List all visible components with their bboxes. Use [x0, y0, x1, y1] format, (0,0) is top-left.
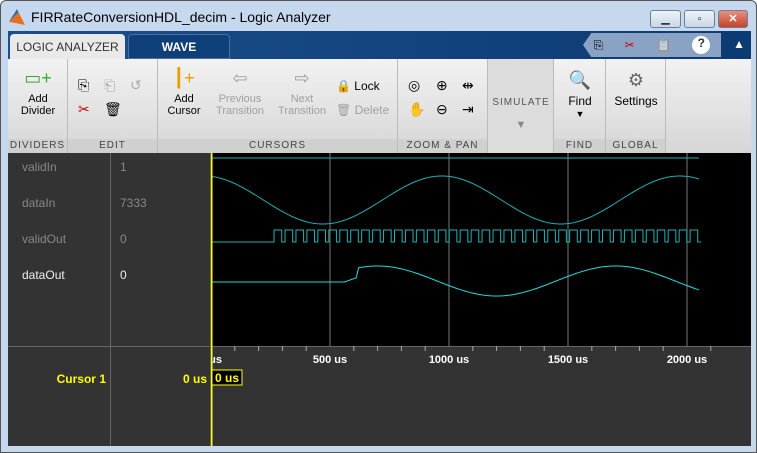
signal-values-column: 1 7333 0 0 0 us: [111, 153, 211, 446]
add-cursor-label: Add Cursor: [167, 93, 201, 117]
add-divider-label: Add Divider: [20, 93, 56, 117]
add-divider-button[interactable]: ▭+ Add Divider: [12, 67, 64, 117]
close-button[interactable]: ✕: [718, 10, 748, 28]
axis-tick-label: 500 us: [313, 354, 347, 366]
undo-icon[interactable]: ↺: [130, 77, 142, 94]
group-label: EDIT: [68, 139, 157, 153]
copy-icon[interactable]: ⎘: [594, 38, 604, 53]
tab-bar: LOGIC ANALYZER WAVE ⎘ ✂ 📋 ? ▲: [8, 31, 751, 59]
zoom-fit-icon[interactable]: ◎: [408, 77, 420, 94]
plot-background: [211, 153, 751, 346]
window-title: FIRRateConversionHDL_decim - Logic Analy…: [31, 9, 331, 25]
group-global: ⚙ Settings GLOBAL: [606, 59, 666, 153]
signal-name[interactable]: validOut: [22, 232, 66, 246]
cut-icon[interactable]: ✂: [78, 101, 90, 118]
zoom-in-icon[interactable]: ⊕: [436, 77, 448, 94]
lock-button[interactable]: 🔒 Lock: [336, 80, 380, 92]
signal-value: 1: [120, 160, 127, 174]
signal-value: 0: [120, 268, 127, 282]
copy-icon[interactable]: ⎘: [78, 77, 89, 94]
tab-logic-analyzer[interactable]: LOGIC ANALYZER: [10, 34, 125, 59]
signal-name[interactable]: dataIn: [22, 196, 55, 210]
next-transition-button[interactable]: ⇨ Next Transition: [276, 67, 328, 117]
waveform-plot[interactable]: 0 us 500 us 1000 us 1500 us 2000 us 0 us: [211, 153, 751, 446]
delete-button[interactable]: 🗑 Delete: [336, 104, 389, 116]
maximize-button[interactable]: ▫: [684, 10, 715, 28]
previous-transition-label: Previous Transition: [216, 93, 264, 117]
group-edit: ⎘ ⎗ ↺ ✂ 🗑 EDIT: [68, 59, 158, 153]
logic-analyzer-window: FIRRateConversionHDL_decim - Logic Analy…: [0, 0, 757, 453]
tab-wave[interactable]: WAVE: [128, 34, 230, 59]
group-zoom-pan: ◎ ⊕ ⇹ ✋ ⊖ ⇥ ZOOM & PAN: [398, 59, 488, 153]
arrow-left-icon: ⇦: [232, 68, 248, 88]
chevron-down-icon: ▼: [515, 119, 527, 131]
signal-names-column: validIn dataIn validOut dataOut Cursor 1: [8, 153, 751, 446]
trash-icon: 🗑: [336, 103, 352, 117]
signal-value: 7333: [120, 196, 147, 210]
pan-hand-icon[interactable]: ✋: [408, 101, 425, 118]
group-label: DIVIDERS: [8, 139, 67, 153]
add-cursor-icon: ┃+: [173, 68, 195, 88]
waveform-panel: validIn dataIn validOut dataOut Cursor 1…: [8, 153, 751, 446]
magnifier-icon: 🔍: [568, 70, 592, 90]
matlab-logo-icon: [9, 9, 25, 25]
quick-access-toolbar: ⎘ ✂ 📋 ?: [583, 33, 721, 57]
zoom-out-icon[interactable]: ⊖: [436, 101, 448, 118]
fit-to-end-icon[interactable]: ⇥: [462, 101, 474, 118]
axis-tick-label: 0 us: [211, 354, 222, 366]
trash-icon[interactable]: 🗑: [104, 101, 122, 118]
group-find: 🔍 Find ▼ FIND: [554, 59, 606, 153]
title-bar: FIRRateConversionHDL_decim - Logic Analy…: [9, 1, 331, 33]
axis-tick-label: 1500 us: [548, 354, 588, 366]
fit-width-icon[interactable]: ⇹: [462, 77, 474, 94]
paste-icon[interactable]: ⎗: [104, 77, 115, 94]
axis-tick-label: 2000 us: [667, 354, 707, 366]
chevron-down-icon: ▼: [575, 109, 585, 119]
lock-icon: 🔒: [336, 79, 351, 93]
settings-button[interactable]: ⚙ Settings: [606, 69, 666, 107]
toolstrip: ▭+ Add Divider DIVIDERS ⎘ ⎗ ↺ ✂ 🗑 EDIT ┃+…: [8, 59, 751, 153]
add-divider-icon: ▭+: [24, 68, 52, 88]
group-label: CURSORS: [158, 139, 397, 153]
group-label: ZOOM & PAN: [398, 139, 487, 153]
group-dividers: ▭+ Add Divider DIVIDERS: [8, 59, 68, 153]
gear-icon: ⚙: [627, 70, 645, 90]
add-cursor-button[interactable]: ┃+ Add Cursor: [164, 67, 204, 117]
group-cursors: ┃+ Add Cursor ⇦ Previous Transition ⇨ Next …: [158, 59, 398, 153]
simulate-button[interactable]: SIMULATE ▼: [488, 59, 554, 153]
group-label: GLOBAL: [606, 139, 665, 153]
help-icon[interactable]: ?: [692, 36, 711, 54]
delete-label: Delete: [354, 103, 390, 117]
arrow-right-icon: ⇨: [294, 68, 310, 88]
find-button[interactable]: 🔍 Find ▼: [554, 69, 606, 120]
signal-name[interactable]: dataOut: [22, 268, 65, 282]
signal-value: 0: [120, 232, 127, 246]
cut-icon[interactable]: ✂: [625, 38, 635, 52]
minimize-button[interactable]: ▁: [650, 10, 681, 28]
cursor-time: 0 us: [182, 372, 207, 386]
cursor-marker-label: 0 us: [215, 371, 239, 385]
simulate-label: SIMULATE: [492, 97, 550, 108]
axis-tick-label: 1000 us: [429, 354, 469, 366]
cursor-label[interactable]: Cursor 1: [57, 372, 106, 386]
settings-label: Settings: [614, 94, 658, 108]
next-transition-label: Next Transition: [278, 93, 326, 117]
paste-icon[interactable]: 📋: [656, 38, 671, 52]
collapse-ribbon-icon[interactable]: ▲: [733, 37, 745, 51]
find-label: Find: [568, 94, 592, 108]
group-label: FIND: [554, 139, 605, 153]
previous-transition-button[interactable]: ⇦ Previous Transition: [214, 67, 266, 117]
signal-name[interactable]: validIn: [22, 160, 57, 174]
lock-label: Lock: [354, 79, 380, 93]
